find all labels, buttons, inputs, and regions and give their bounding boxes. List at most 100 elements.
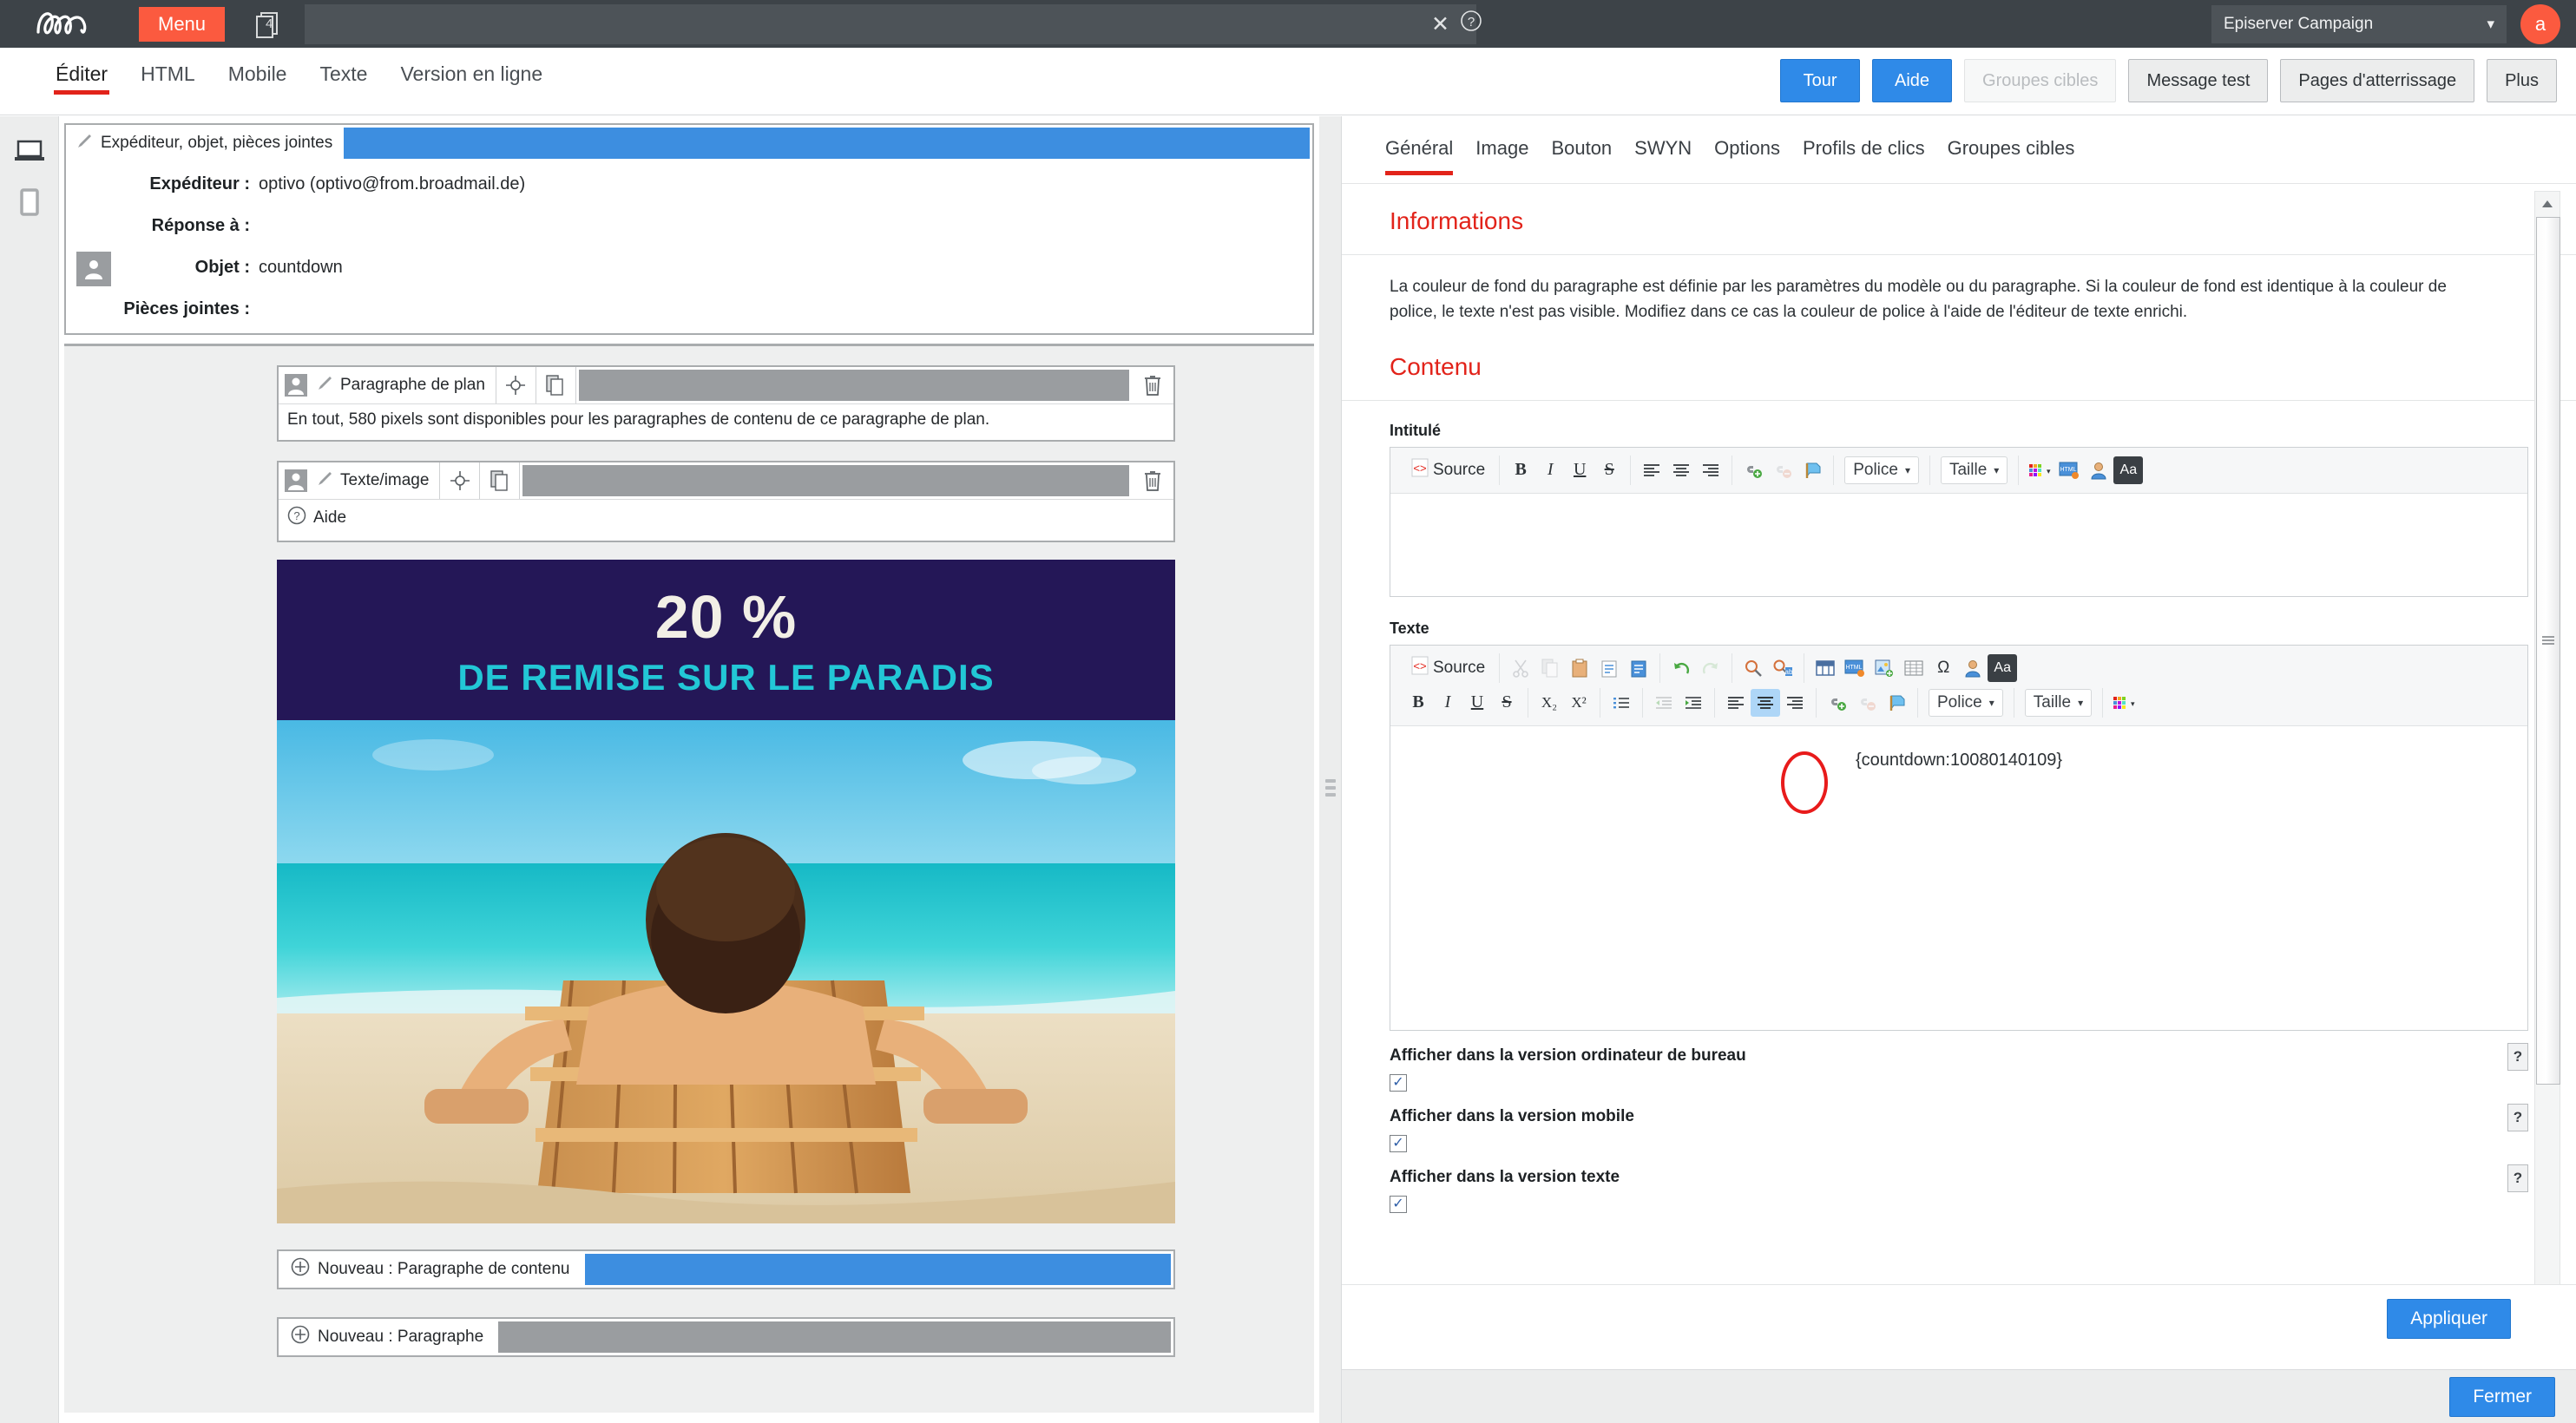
text-case-icon[interactable]: Aa: [1988, 653, 2018, 682]
tab-general[interactable]: Général: [1385, 137, 1454, 175]
mail-header-bluebar[interactable]: [344, 128, 1310, 159]
copy-icon[interactable]: [480, 462, 521, 499]
bold-icon[interactable]: B: [1506, 456, 1535, 484]
html-snippet-icon[interactable]: HTML: [1840, 654, 1870, 682]
tab-bouton[interactable]: Bouton: [1551, 137, 1612, 163]
tab-version-en-ligne[interactable]: Version en ligne: [398, 59, 544, 105]
tab-options[interactable]: Options: [1714, 137, 1780, 163]
superscript-icon[interactable]: X²: [1564, 689, 1594, 717]
unlink-icon[interactable]: [1768, 456, 1797, 484]
link-icon[interactable]: [1738, 456, 1768, 484]
tour-button[interactable]: Tour: [1780, 59, 1861, 102]
tab-html[interactable]: HTML: [139, 59, 197, 105]
html-snippet-icon[interactable]: HTML: [2054, 456, 2084, 484]
align-right-icon[interactable]: [1780, 689, 1810, 717]
mail-header-tab[interactable]: Expéditeur, objet, pièces jointes: [66, 125, 345, 161]
pages-icon[interactable]: 4: [251, 5, 286, 43]
paste-word-icon[interactable]: [1624, 654, 1653, 682]
underline-icon[interactable]: U: [1565, 456, 1594, 484]
help-button[interactable]: ?: [2507, 1042, 2528, 1071]
appliquer-button[interactable]: Appliquer: [2387, 1298, 2511, 1339]
block-help-row[interactable]: ? Aide: [279, 499, 1173, 541]
cut-icon[interactable]: [1506, 654, 1535, 682]
text-color-icon[interactable]: ▾: [2025, 456, 2054, 484]
account-select[interactable]: Episerver Campaign ▾: [2211, 5, 2507, 43]
scroll-up-arrow[interactable]: [2535, 192, 2560, 216]
source-button[interactable]: <> Source: [1403, 458, 1493, 482]
plus-button[interactable]: Plus: [2487, 59, 2557, 102]
align-right-icon[interactable]: [1696, 456, 1725, 484]
subscript-icon[interactable]: X₂: [1534, 689, 1564, 717]
bold-icon[interactable]: B: [1403, 689, 1433, 717]
strikethrough-icon[interactable]: S: [1492, 689, 1521, 717]
move-target-icon[interactable]: [440, 462, 481, 499]
help-button[interactable]: ?: [2507, 1164, 2528, 1192]
trash-icon[interactable]: [1132, 462, 1173, 499]
checkbox-mobile[interactable]: ✓: [1390, 1134, 1407, 1152]
anchor-icon[interactable]: [1797, 456, 1827, 484]
help-circle-icon[interactable]: ?: [1460, 10, 1482, 38]
new-block-fill[interactable]: [584, 1254, 1171, 1285]
text-color-icon[interactable]: ▾: [2109, 689, 2139, 717]
paste-icon[interactable]: [1565, 654, 1594, 682]
tab-groupes-cibles[interactable]: Groupes cibles: [1948, 137, 2075, 163]
message-test-button[interactable]: Message test: [2128, 59, 2269, 102]
move-target-icon[interactable]: [496, 367, 536, 403]
fermer-button[interactable]: Fermer: [2449, 1376, 2555, 1417]
bullet-list-icon[interactable]: [1607, 689, 1636, 717]
police-select[interactable]: Police ▾: [1844, 456, 1919, 484]
panel-splitter[interactable]: [1319, 116, 1342, 1423]
italic-icon[interactable]: I: [1433, 689, 1462, 717]
find-icon[interactable]: [1738, 654, 1768, 682]
underline-icon[interactable]: U: [1462, 689, 1492, 717]
tab-texte[interactable]: Texte: [318, 59, 369, 105]
undo-icon[interactable]: [1666, 654, 1696, 682]
new-block-fill[interactable]: [498, 1321, 1171, 1353]
texte-input[interactable]: {countdown:10080140109}: [1390, 726, 2527, 1030]
personalization-icon[interactable]: [1958, 654, 1988, 682]
italic-icon[interactable]: I: [1535, 456, 1565, 484]
tab-swyn[interactable]: SWYN: [1634, 137, 1692, 163]
search-input[interactable]: [305, 3, 1477, 44]
align-center-icon[interactable]: [1751, 688, 1780, 717]
new-paragraphe-de-contenu[interactable]: Nouveau : Paragraphe de contenu: [277, 1249, 1175, 1289]
aide-button[interactable]: Aide: [1872, 59, 1953, 102]
menu-button[interactable]: Menu: [139, 6, 226, 42]
align-center-icon[interactable]: [1666, 456, 1696, 484]
mobile-icon[interactable]: [0, 177, 59, 227]
copy-icon[interactable]: [1535, 654, 1565, 682]
help-button[interactable]: ?: [2507, 1103, 2528, 1131]
properties-scrollbar[interactable]: [2534, 191, 2560, 1302]
tab-editer[interactable]: Éditer: [54, 59, 110, 105]
table-icon[interactable]: [1810, 654, 1840, 682]
personalization-icon[interactable]: [2084, 456, 2113, 484]
replace-icon[interactable]: ab: [1768, 654, 1797, 682]
text-case-icon[interactable]: Aa: [2113, 456, 2144, 484]
close-icon[interactable]: ✕: [1431, 11, 1449, 37]
checkbox-desktop[interactable]: ✓: [1390, 1073, 1407, 1092]
desktop-icon[interactable]: [0, 127, 59, 177]
paste-text-icon[interactable]: [1594, 654, 1624, 682]
pages-atterrissage-button[interactable]: Pages d'atterrissage: [2280, 59, 2475, 102]
align-left-icon[interactable]: [1721, 689, 1751, 717]
checkbox-texte[interactable]: ✓: [1390, 1195, 1407, 1213]
anchor-icon[interactable]: [1882, 689, 1911, 717]
avatar[interactable]: a: [2520, 4, 2560, 44]
indent-icon[interactable]: [1679, 689, 1708, 717]
tab-image[interactable]: Image: [1475, 137, 1528, 163]
source-button[interactable]: <> Source: [1403, 656, 1493, 680]
align-left-icon[interactable]: [1637, 456, 1666, 484]
tab-profils-de-clics[interactable]: Profils de clics: [1803, 137, 1925, 163]
strikethrough-icon[interactable]: S: [1594, 456, 1624, 484]
new-paragraphe[interactable]: Nouveau : Paragraphe: [277, 1317, 1175, 1357]
scrollbar-thumb[interactable]: [2536, 217, 2560, 1085]
police-select[interactable]: Police ▾: [1929, 688, 2003, 717]
block-drag-fill[interactable]: [522, 465, 1129, 496]
link-icon[interactable]: [1823, 689, 1852, 717]
redo-icon[interactable]: [1696, 654, 1725, 682]
intitule-input[interactable]: [1390, 494, 2527, 596]
outdent-icon[interactable]: [1649, 689, 1679, 717]
trash-icon[interactable]: [1132, 367, 1173, 403]
copy-icon[interactable]: [536, 367, 576, 403]
grid-icon[interactable]: [1899, 654, 1929, 682]
